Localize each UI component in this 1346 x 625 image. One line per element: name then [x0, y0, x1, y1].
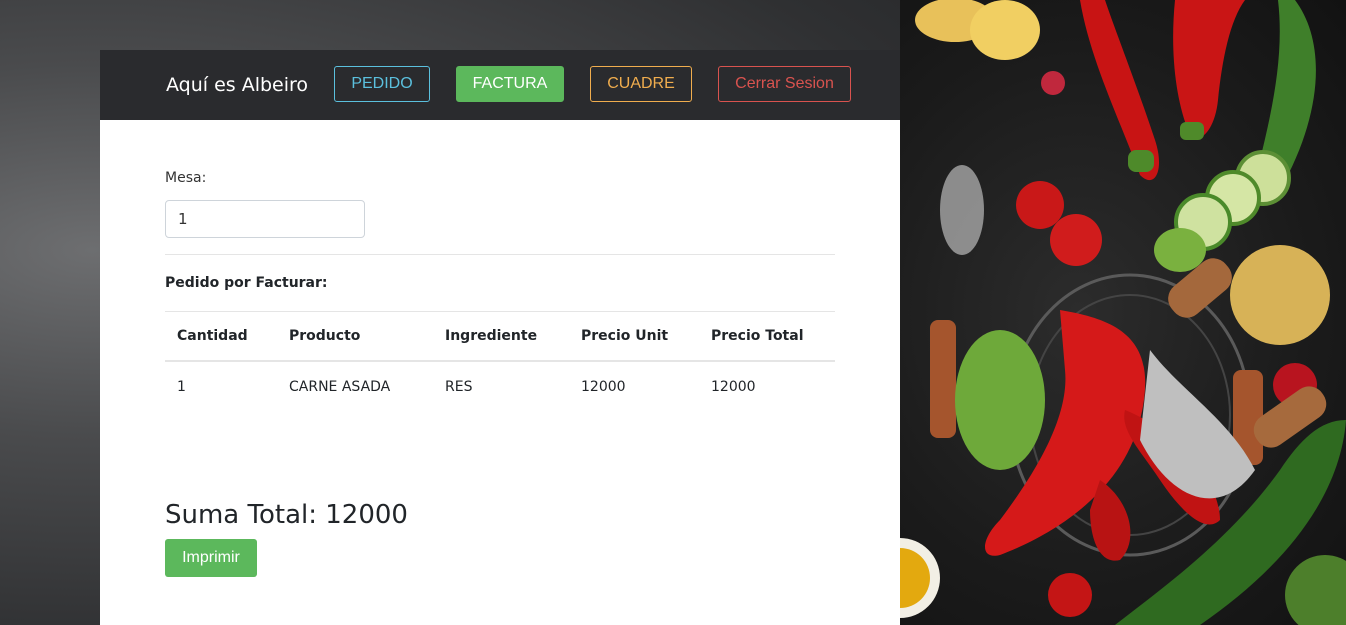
factura-button[interactable]: FACTURA: [456, 66, 564, 102]
table-header-row: Cantidad Producto Ingrediente Precio Uni…: [165, 311, 835, 362]
navbar-brand[interactable]: Aquí es Albeiro: [166, 74, 308, 96]
divider: [165, 254, 835, 255]
imprimir-button[interactable]: Imprimir: [165, 539, 257, 577]
background-vegetables-image: [900, 0, 1346, 625]
cuadre-button[interactable]: CUADRE: [590, 66, 692, 102]
section-title: Pedido por Facturar:: [165, 275, 328, 291]
vegetables-illustration: [900, 0, 1346, 625]
mesa-label: Mesa:: [165, 170, 207, 186]
table-row: 1 CARNE ASADA RES 12000 12000: [165, 361, 835, 412]
cell-cantidad: 1: [177, 379, 186, 395]
cell-precio-unit: 12000: [581, 379, 626, 395]
header-producto: Producto: [277, 311, 433, 362]
suma-total: Suma Total: 12000: [165, 500, 408, 530]
header-precio-total: Precio Total: [699, 311, 835, 362]
cell-producto: CARNE ASADA: [289, 379, 391, 395]
cerrar-sesion-button[interactable]: Cerrar Sesion: [718, 66, 851, 102]
cell-ingrediente: RES: [445, 379, 473, 395]
cell-precio-total: 12000: [711, 379, 756, 395]
header-precio-unit: Precio Unit: [569, 311, 699, 362]
navbar: Aquí es Albeiro PEDIDO FACTURA CUADRE Ce…: [100, 50, 900, 120]
header-ingrediente: Ingrediente: [433, 311, 569, 362]
header-cantidad: Cantidad: [165, 311, 277, 362]
pedido-table: Cantidad Producto Ingrediente Precio Uni…: [165, 311, 835, 412]
main-card: Aquí es Albeiro PEDIDO FACTURA CUADRE Ce…: [100, 50, 900, 625]
pedido-button[interactable]: PEDIDO: [334, 66, 430, 102]
mesa-input[interactable]: [165, 200, 365, 238]
